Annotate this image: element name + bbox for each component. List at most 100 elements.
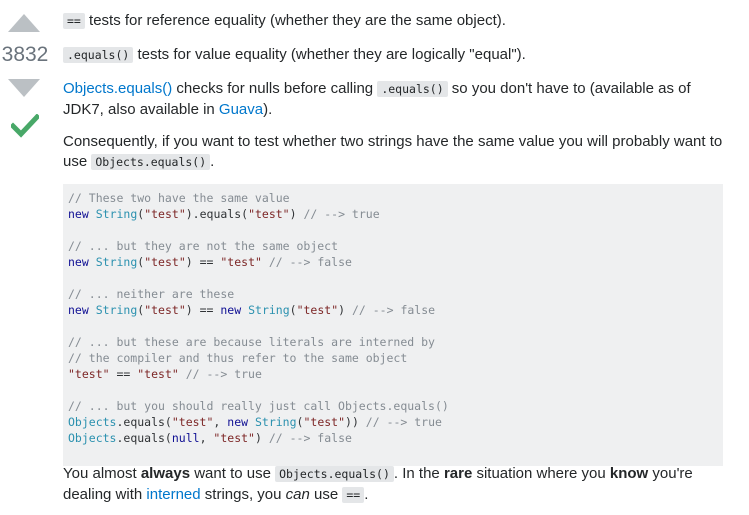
code-token: == xyxy=(109,367,138,381)
code-token: Objects xyxy=(68,431,117,445)
paragraph-objects-equals: Objects.equals() checks for nulls before… xyxy=(63,79,703,119)
code-line: Objects.equals(null, "test") // --> fals… xyxy=(68,431,352,445)
guava-link[interactable]: Guava xyxy=(219,101,263,118)
code-token: // --> false xyxy=(351,303,436,317)
code-line: new String("test") == "test" // --> fals… xyxy=(68,255,352,269)
code-token: "test" xyxy=(248,207,290,221)
code-token: Objects xyxy=(68,415,117,429)
code-token: String xyxy=(254,415,297,429)
code-line: Objects.equals("test", new String("test"… xyxy=(68,415,442,429)
italic-text: can xyxy=(285,485,310,503)
upvote-arrow-icon[interactable] xyxy=(8,14,40,32)
bold-text: know xyxy=(609,465,649,482)
code-line: // the compiler and thus refer to the sa… xyxy=(68,351,407,365)
paragraph-reference-equality: == tests for reference equality (whether… xyxy=(63,11,506,32)
paragraph-conclusion: You almost always want to use Objects.eq… xyxy=(63,464,723,505)
paragraph-text: tests for reference equality (whether th… xyxy=(84,12,506,29)
code-token: // ... but these are because literals ar… xyxy=(68,335,435,349)
paragraph-value-equality: .equals() tests for value equality (whet… xyxy=(63,45,526,66)
code-token: // --> true xyxy=(365,415,442,429)
code-line: // ... neither are these xyxy=(68,287,234,301)
code-token: new xyxy=(68,255,89,269)
code-token: // ... but you should really just call O… xyxy=(68,399,449,413)
code-token: new xyxy=(68,207,89,221)
code-token: "test" xyxy=(220,255,262,269)
vote-count: 3832 xyxy=(1,43,49,66)
code-token: // ... but they are not the same object xyxy=(68,239,339,253)
bold-text: rare xyxy=(443,465,473,482)
inline-code: .equals() xyxy=(377,81,448,97)
code-token: null xyxy=(171,431,200,445)
inline-code: Objects.equals() xyxy=(91,153,211,170)
code-line: // ... but you should really just call O… xyxy=(68,399,449,413)
code-token: String xyxy=(95,255,138,269)
code-token: ) xyxy=(254,431,269,445)
code-line: new String("test").equals("test") // -->… xyxy=(68,207,380,221)
code-token: "test" xyxy=(171,415,214,429)
code-token: String xyxy=(95,207,138,221)
code-token: "test" xyxy=(68,367,110,381)
paragraph-text: tests for value equality (whether they a… xyxy=(133,46,526,63)
paragraph-text: strings, you xyxy=(200,485,286,503)
paragraph-text: ). xyxy=(263,100,273,118)
code-token: "test" xyxy=(144,207,186,221)
code-token: // --> true xyxy=(303,207,380,221)
code-token: .equals( xyxy=(116,431,172,445)
interned-link[interactable]: interned xyxy=(146,486,200,503)
code-token: // --> false xyxy=(268,255,352,269)
code-token: // the compiler and thus refer to the sa… xyxy=(68,351,408,365)
code-line: "test" == "test" // --> true xyxy=(68,367,262,381)
inline-code: .equals() xyxy=(63,47,134,63)
code-line: new String("test") == new String("test")… xyxy=(68,303,435,317)
code-line: // ... but these are because literals ar… xyxy=(68,335,435,349)
paragraph-text: use xyxy=(309,485,343,503)
code-token: )) xyxy=(345,415,366,429)
code-token: String xyxy=(95,303,138,317)
code-token: , xyxy=(199,431,214,445)
code-token: // --> true xyxy=(185,367,262,381)
paragraph-text: . xyxy=(364,485,369,503)
code-token: "test" xyxy=(303,415,346,429)
code-token: "test" xyxy=(144,303,186,317)
code-token: new xyxy=(227,415,249,429)
objects-equals-link[interactable]: Objects.equals() xyxy=(63,80,172,97)
paragraph-text: checks for nulls before calling xyxy=(172,80,378,97)
downvote-arrow-icon[interactable] xyxy=(8,79,40,97)
code-token: "test" xyxy=(213,431,255,445)
code-token: "test" xyxy=(144,255,186,269)
inline-code: Objects.equals() xyxy=(275,466,394,482)
code-token: // These two have the same value xyxy=(68,191,290,205)
code-line: // ... but they are not the same object xyxy=(68,239,338,253)
inline-code: == xyxy=(63,13,85,29)
code-token: new xyxy=(68,303,89,317)
paragraph-text: want to use xyxy=(190,465,276,482)
code-token: ) xyxy=(289,207,304,221)
code-token: "test" xyxy=(296,303,339,317)
inline-code: == xyxy=(342,486,365,503)
paragraph-text: situation where you xyxy=(472,465,610,482)
code-token: // --> false xyxy=(268,431,352,445)
code-block: // These two have the same value new Str… xyxy=(63,184,723,466)
paragraph-text: . In the xyxy=(393,465,444,482)
code-token: ( xyxy=(289,303,297,317)
bold-text: always xyxy=(140,465,191,482)
code-token: String xyxy=(248,303,290,317)
code-line: // These two have the same value xyxy=(68,191,290,205)
code-token: "test" xyxy=(137,367,179,381)
code-token: ) xyxy=(338,303,352,317)
code-token: , xyxy=(213,415,228,429)
code-token: ) == xyxy=(185,255,221,269)
code-token: // ... neither are these xyxy=(68,287,235,301)
code-token: ) == xyxy=(185,303,221,317)
code-token: new xyxy=(220,303,242,317)
paragraph-text: . xyxy=(210,152,215,170)
accepted-answer-check-icon xyxy=(11,114,39,138)
code-token: .equals( xyxy=(116,415,172,429)
paragraph-consequently: Consequently, if you want to test whethe… xyxy=(63,132,723,172)
